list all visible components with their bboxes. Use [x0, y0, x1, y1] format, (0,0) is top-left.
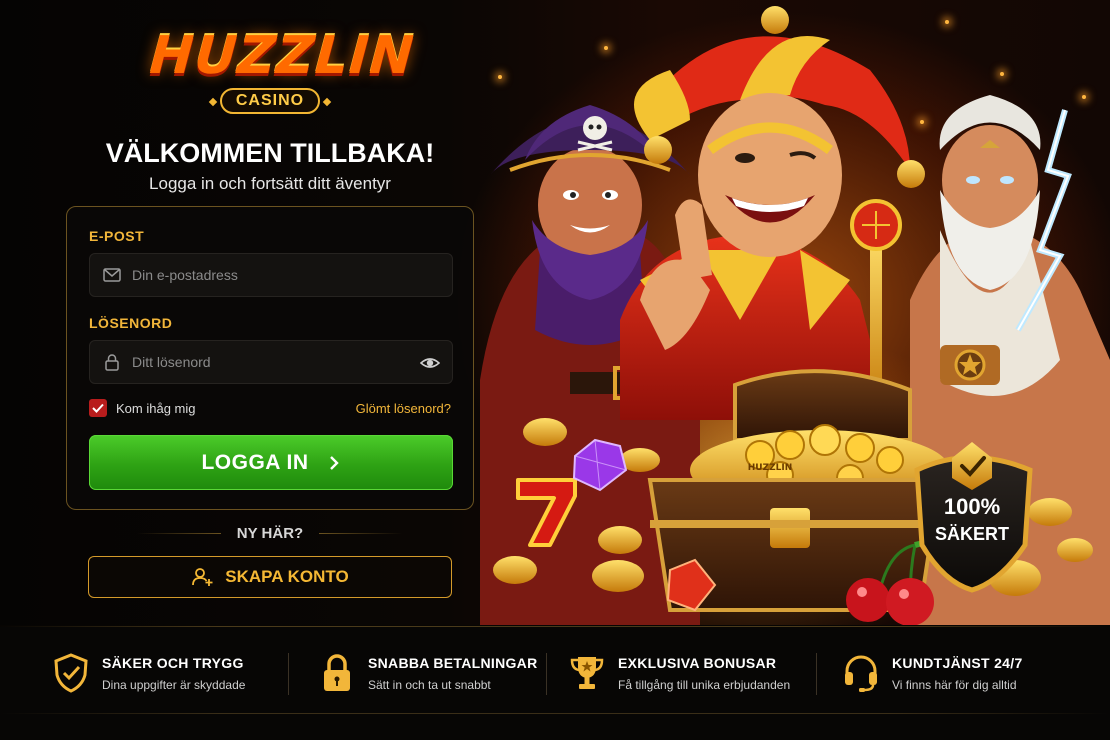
- brand-logo[interactable]: HUZZLIN CASINO: [147, 26, 417, 114]
- remember-label: Kom ihåg mig: [116, 400, 196, 416]
- chest-brand-text: HUZZLIN: [748, 463, 793, 473]
- feature-title: SÄKER OCH TRYGG: [102, 655, 244, 671]
- badge-safe-text: SÄKERT: [935, 524, 1009, 544]
- feature-subtitle: Dina uppgifter är skyddade: [102, 678, 246, 692]
- show-password-eye-icon[interactable]: [419, 353, 441, 373]
- features-bar: SÄKER OCH TRYGG Dina uppgifter är skydda…: [0, 627, 1110, 740]
- feature-divider: [546, 653, 547, 695]
- envelope-icon: [102, 265, 122, 285]
- feature-subtitle: Sätt in och ta ut snabbt: [368, 678, 491, 692]
- feature-bonuses: EXKLUSIVA BONUSAR Få tillgång till unika…: [568, 653, 790, 693]
- feature-payments: SNABBA BETALNINGAR Sätt in och ta ut sna…: [318, 653, 538, 693]
- password-field-wrapper[interactable]: [89, 340, 453, 384]
- create-account-button[interactable]: SKAPA KONTO: [88, 556, 452, 598]
- email-label: E-POST: [89, 228, 145, 244]
- email-field-wrapper[interactable]: [89, 253, 453, 297]
- hero-illustration: HUZZLIN 100% SÄKERT: [480, 6, 1110, 625]
- page-title: VÄLKOMMEN TILLBAKA!: [105, 138, 435, 168]
- chevron-right-icon: [329, 455, 339, 470]
- signup-divider: NY HÄR?: [66, 523, 474, 543]
- feature-title: EXKLUSIVA BONUSAR: [618, 655, 777, 671]
- create-account-label: SKAPA KONTO: [225, 567, 349, 586]
- forgot-password-link[interactable]: Glömt lösenord?: [356, 401, 451, 416]
- feature-divider: [288, 653, 289, 695]
- divider-line: [319, 532, 404, 534]
- feature-subtitle: Få tillgång till unika erbjudanden: [618, 678, 791, 692]
- feature-divider: [816, 653, 817, 695]
- feature-title: KUNDTJÄNST 24/7: [892, 655, 1023, 671]
- headset-icon: [845, 655, 877, 692]
- feature-support: KUNDTJÄNST 24/7 Vi finns här för dig all…: [842, 653, 1023, 693]
- shield-check-icon: [54, 653, 88, 693]
- feature-title: SNABBA BETALNINGAR: [368, 655, 538, 671]
- badge-percent-text: 100%: [944, 494, 1000, 519]
- login-button-label: LOGGA IN: [201, 450, 309, 474]
- trophy-icon: [570, 657, 604, 689]
- remember-checkbox[interactable]: [89, 399, 107, 417]
- divider-line: [136, 532, 221, 534]
- password-label: LÖSENORD: [89, 315, 173, 331]
- page-subtitle: Logga in och fortsätt ditt äventyr: [149, 174, 391, 193]
- signup-prompt: NY HÄR?: [236, 524, 304, 542]
- login-button[interactable]: LOGGA IN: [89, 435, 453, 490]
- brand-name: HUZZLIN: [147, 26, 417, 86]
- features-bottom-divider: [0, 713, 1110, 714]
- login-form: E-POST LÖSENORD Kom ihåg mig Glömt lösen…: [66, 206, 474, 510]
- feature-subtitle: Vi finns här för dig alltid: [892, 678, 1017, 692]
- padlock-icon: [324, 654, 350, 691]
- add-user-icon: [192, 568, 213, 586]
- lock-icon: [102, 352, 122, 372]
- feature-secure: SÄKER OCH TRYGG Dina uppgifter är skydda…: [52, 653, 245, 693]
- jester-figure: [620, 6, 925, 420]
- password-input[interactable]: [132, 354, 412, 370]
- remember-me[interactable]: Kom ihåg mig: [89, 399, 195, 417]
- email-input[interactable]: [132, 267, 412, 283]
- brand-subname: CASINO: [219, 88, 321, 114]
